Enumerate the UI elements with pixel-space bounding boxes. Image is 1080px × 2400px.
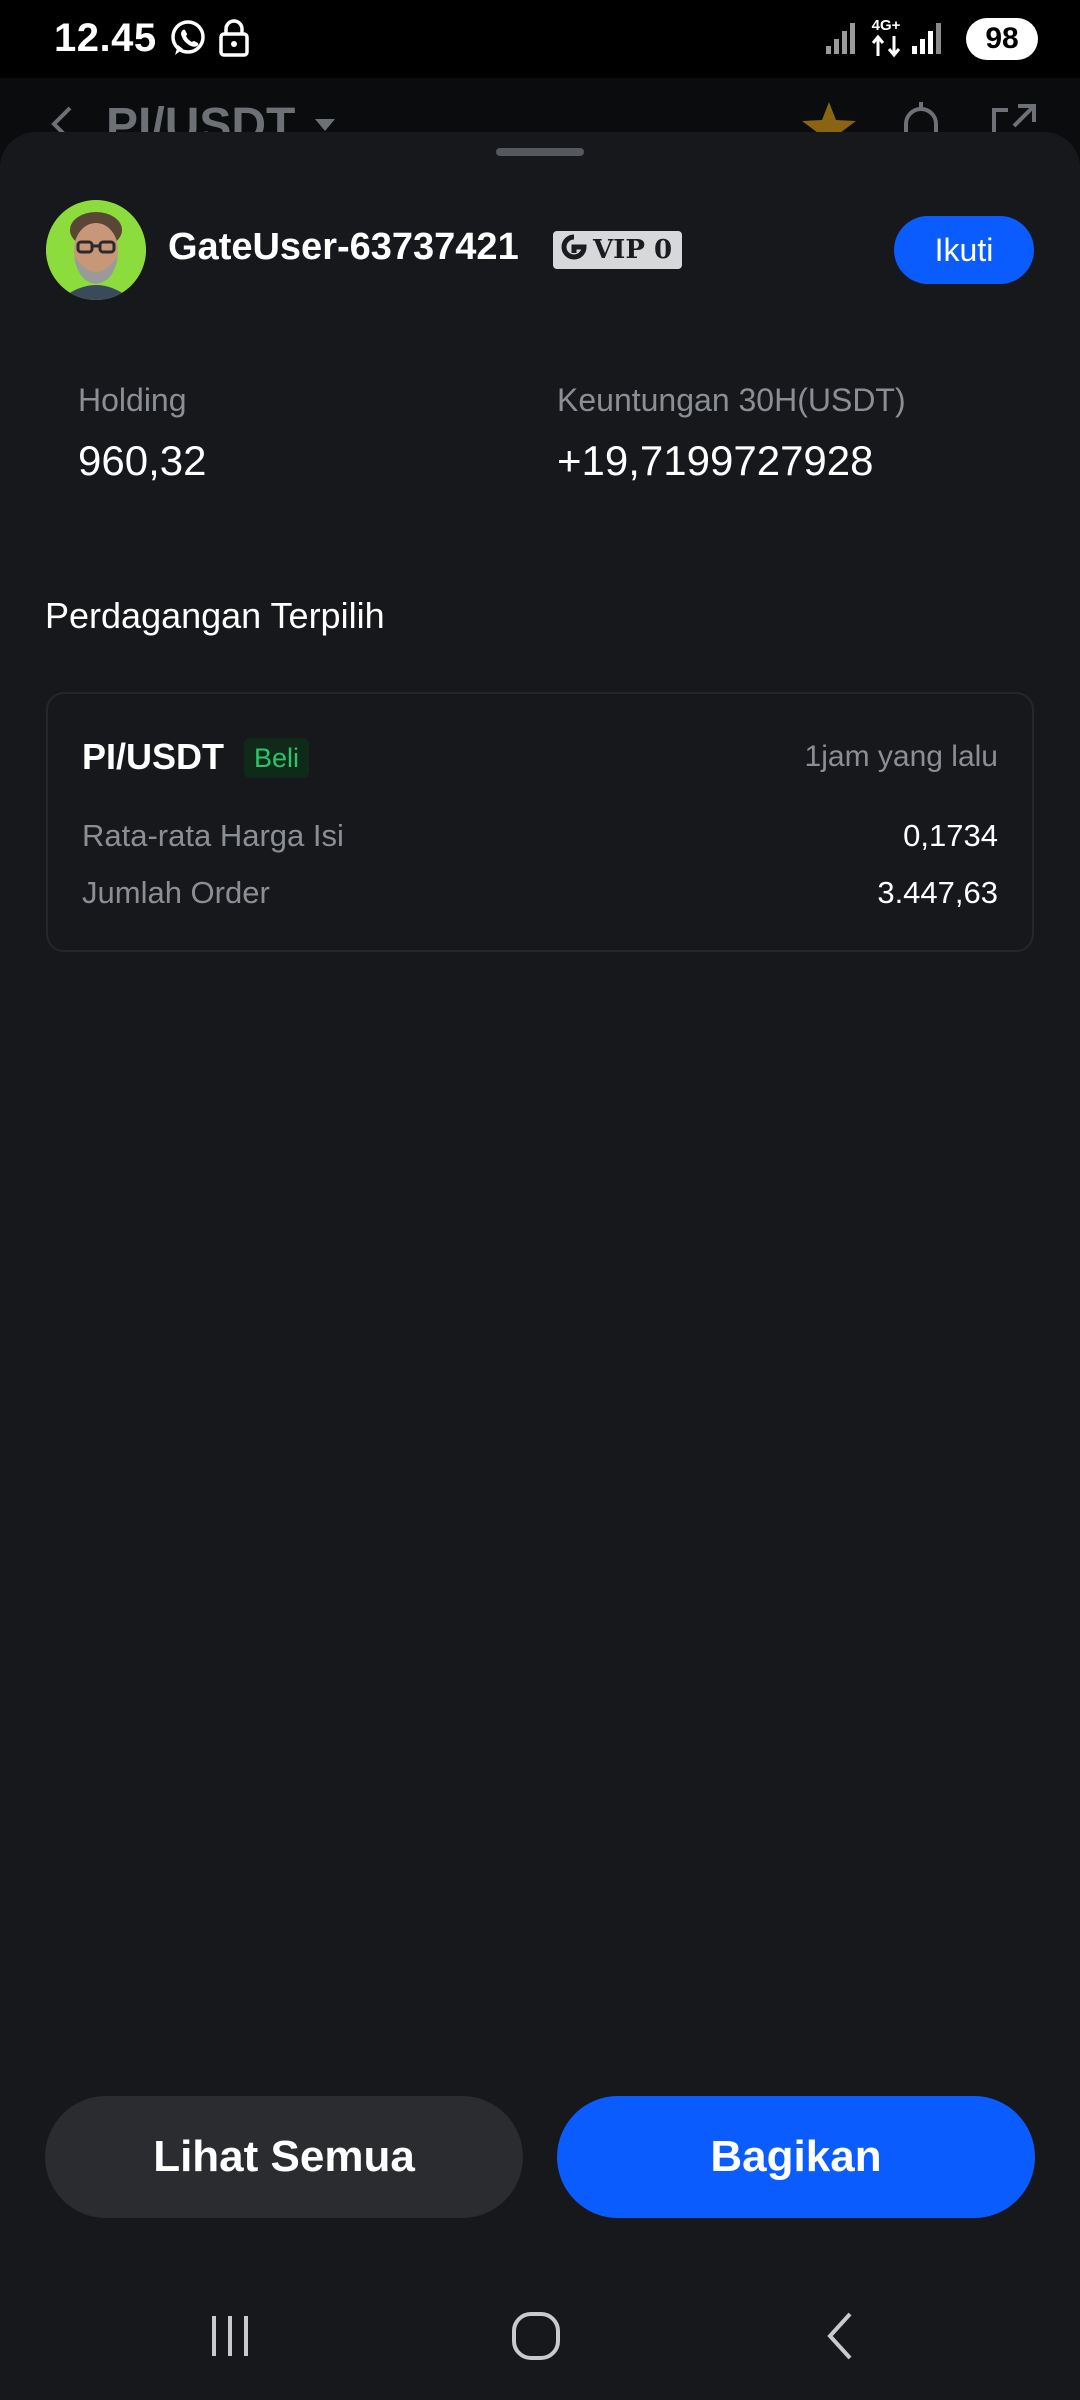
vip-label: VIP 0 (593, 235, 673, 265)
home-icon[interactable] (510, 2310, 562, 2367)
system-navigation-bar (0, 2200, 1080, 2400)
signal-icon (910, 20, 944, 61)
profit-30d-value: +19,7199727928 (557, 437, 874, 484)
back-icon[interactable] (822, 2310, 858, 2367)
network-type-label: 4G+ (872, 17, 901, 34)
status-bar: 12.45 4G+ 98 (0, 0, 1080, 78)
order-amount-label: Jumlah Order (82, 875, 270, 910)
trader-bottom-sheet: GateUser-63737421 VIP 0 Ikuti Holding 96… (0, 132, 1080, 2400)
avg-fill-price-label: Rata-rata Harga Isi (82, 818, 344, 853)
trade-card[interactable]: PI/USDT Beli 1jam yang lalu Rata-rata Ha… (46, 692, 1034, 952)
recent-apps-icon[interactable] (206, 2312, 254, 2365)
profit-30d-label: Keuntungan 30H(USDT) (557, 382, 906, 418)
battery-indicator: 98 (966, 18, 1038, 60)
trade-pair: PI/USDT (82, 736, 225, 777)
data-arrows-icon: 4G+ (866, 16, 906, 65)
avg-fill-price-value: 0,1734 (903, 818, 998, 853)
username[interactable]: GateUser-63737421 (168, 226, 519, 269)
holding-value: 960,32 (78, 437, 207, 484)
follow-button[interactable]: Ikuti (894, 216, 1034, 284)
status-time: 12.45 (54, 16, 157, 60)
signal-icon (824, 20, 858, 61)
whatsapp-icon (168, 18, 208, 63)
lock-icon (218, 18, 250, 63)
trade-time: 1jam yang lalu (804, 740, 998, 773)
order-amount-value: 3.447,63 (877, 875, 998, 910)
holding-label: Holding (78, 382, 187, 418)
featured-trades-title: Perdagangan Terpilih (45, 595, 385, 636)
vip-badge: VIP 0 (553, 231, 683, 269)
avatar[interactable] (46, 200, 146, 300)
gate-logo-icon (561, 234, 587, 267)
drag-handle[interactable] (496, 148, 584, 156)
trade-side-badge: Beli (244, 738, 310, 778)
